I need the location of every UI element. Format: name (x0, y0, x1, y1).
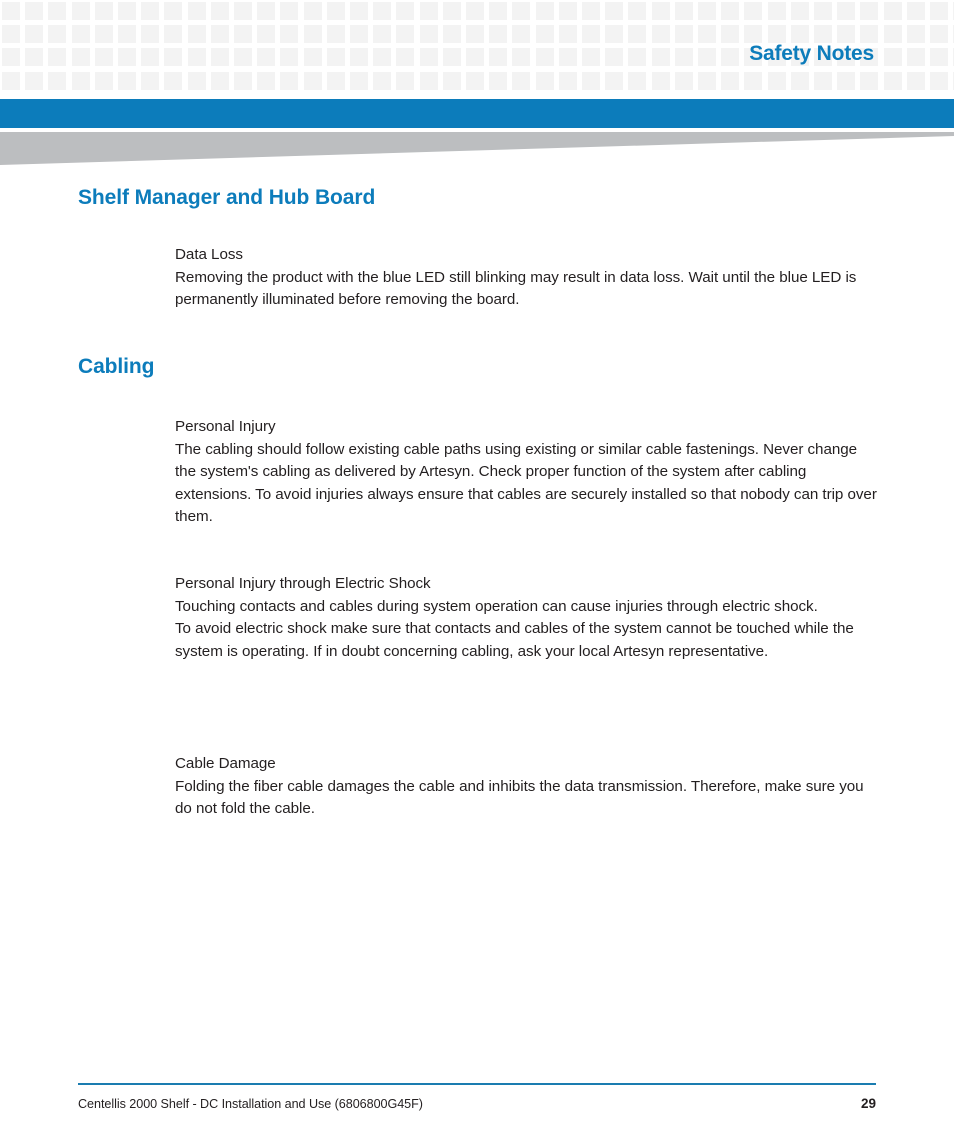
note-title-cable-damage: Cable Damage (175, 755, 276, 772)
page-footer: Centellis 2000 Shelf - DC Installation a… (78, 1083, 876, 1111)
note-body-data-loss: Removing the product with the blue LED s… (175, 268, 857, 309)
footer-page-number: 29 (860, 1096, 876, 1111)
section-heading-shelf-manager-and-hub-board: Shelf Manager and Hub Board (78, 186, 376, 209)
footer-divider-rule (78, 1083, 876, 1085)
note-body2-electric-shock: To avoid electric shock make sure that c… (175, 620, 854, 660)
note-body-personal-injury: The cabling should follow existing cable… (175, 440, 877, 526)
note-personal-injury-through-electric-shock: Personal Injury through Electric Shock T… (175, 573, 881, 663)
note-personal-injury: Personal Injury The cabling should follo… (175, 416, 881, 529)
note-title-electric-shock: Personal Injury through Electric Shock (175, 575, 431, 592)
note-data-loss: Data Loss Removing the product with the … (175, 244, 881, 312)
note-body-electric-shock: Touching contacts and cables during syst… (175, 597, 818, 615)
gray-wedge-shape (0, 132, 954, 165)
header-gray-wedge (0, 132, 954, 166)
page-header-title: Safety Notes (749, 42, 874, 65)
note-cable-damage: Cable Damage Folding the fiber cable dam… (175, 753, 881, 821)
note-title-data-loss: Data Loss (175, 246, 243, 263)
header-blue-bar (0, 99, 954, 128)
footer-row: Centellis 2000 Shelf - DC Installation a… (78, 1096, 876, 1111)
footer-document-title: Centellis 2000 Shelf - DC Installation a… (78, 1097, 423, 1111)
section-heading-cabling: Cabling (78, 355, 155, 378)
note-body-cable-damage: Folding the fiber cable damages the cabl… (175, 777, 864, 818)
note-title-personal-injury: Personal Injury (175, 418, 276, 435)
